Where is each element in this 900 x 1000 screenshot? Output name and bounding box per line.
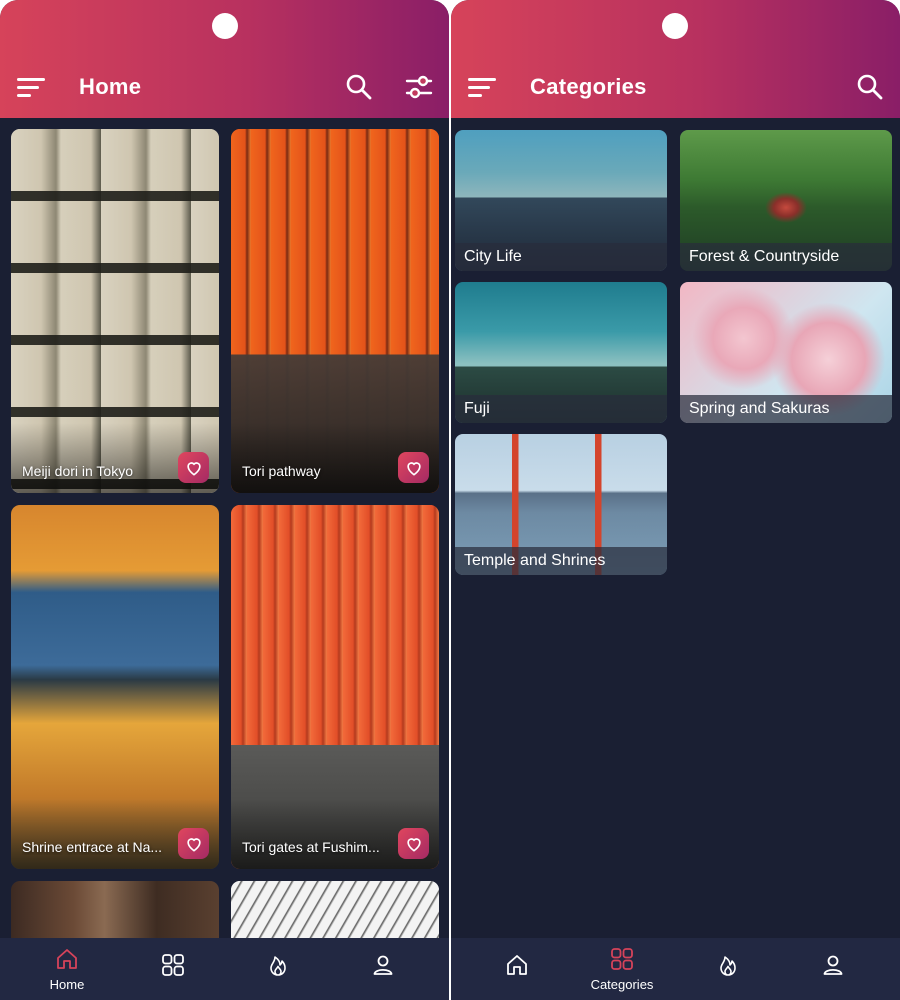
app-header: Categories (451, 0, 900, 118)
heart-icon (406, 837, 421, 852)
category-label: City Life (464, 248, 522, 265)
nav-trending[interactable] (238, 938, 318, 1000)
photo-card-partial[interactable] (231, 881, 439, 941)
filter-sliders-icon[interactable] (404, 72, 434, 102)
home-icon (57, 949, 77, 969)
user-icon (823, 955, 843, 975)
home-icon (507, 955, 527, 975)
heart-icon (406, 461, 421, 476)
nav-label: Categories (590, 977, 654, 992)
nav-label: Home (49, 977, 85, 992)
category-label: Fuji (464, 400, 490, 417)
nav-profile[interactable] (343, 938, 423, 1000)
category-card-city-life[interactable]: City Life (455, 130, 667, 271)
card-caption: Tori gates at Fushim... (242, 839, 380, 855)
favorite-button[interactable] (398, 452, 429, 483)
category-label: Spring and Sakuras (689, 400, 830, 417)
photo-card-fushimi-gates[interactable]: Tori gates at Fushim... (231, 505, 439, 869)
category-card-temples[interactable]: Temple and Shrines (455, 434, 667, 575)
menu-icon[interactable] (17, 78, 45, 98)
grid-icon (162, 954, 184, 976)
card-caption: Tori pathway (242, 463, 321, 479)
flame-icon (720, 956, 736, 976)
search-icon[interactable] (855, 72, 885, 102)
favorite-button[interactable] (178, 452, 209, 483)
flame-icon (270, 956, 286, 976)
nav-categories[interactable] (133, 938, 213, 1000)
nav-home[interactable]: Home (27, 938, 107, 1000)
category-card-sakura[interactable]: Spring and Sakuras (680, 282, 892, 423)
page-title: Home (79, 74, 142, 99)
grid-icon (611, 948, 633, 970)
menu-icon[interactable] (468, 78, 496, 98)
camera-cutout (662, 13, 688, 39)
photo-card-shrine-entrance[interactable]: Shrine entrace at Na... (11, 505, 219, 869)
nav-home[interactable] (477, 938, 557, 1000)
favorite-button[interactable] (178, 828, 209, 859)
page-title: Categories (530, 74, 647, 99)
user-icon (373, 955, 393, 975)
category-card-fuji[interactable]: Fuji (455, 282, 667, 423)
categories-screen: Categories City Life Forest & Countrysid… (451, 0, 900, 1000)
category-label: Forest & Countryside (689, 248, 840, 265)
favorite-button[interactable] (398, 828, 429, 859)
photo-image (11, 881, 219, 941)
category-card-forest[interactable]: Forest & Countryside (680, 130, 892, 271)
home-screen: Home Meiji dori in Tokyo Tori pathway Sh… (0, 0, 449, 1000)
photo-card-tori-pathway[interactable]: Tori pathway (231, 129, 439, 493)
heart-icon (186, 461, 201, 476)
nav-profile[interactable] (793, 938, 873, 1000)
photo-card-partial[interactable] (11, 881, 219, 941)
card-caption: Shrine entrace at Na... (22, 839, 163, 855)
photo-image (231, 881, 439, 941)
nav-categories[interactable]: Categories (582, 938, 662, 1000)
app-header: Home (0, 0, 449, 118)
card-caption: Meiji dori in Tokyo (22, 463, 134, 479)
search-icon[interactable] (344, 72, 374, 102)
camera-cutout (212, 13, 238, 39)
nav-trending[interactable] (688, 938, 768, 1000)
heart-icon (186, 837, 201, 852)
bottom-nav: Categories (451, 938, 900, 1000)
photo-card-meiji-dori[interactable]: Meiji dori in Tokyo (11, 129, 219, 493)
bottom-nav: Home (0, 938, 449, 1000)
category-label: Temple and Shrines (464, 552, 606, 569)
